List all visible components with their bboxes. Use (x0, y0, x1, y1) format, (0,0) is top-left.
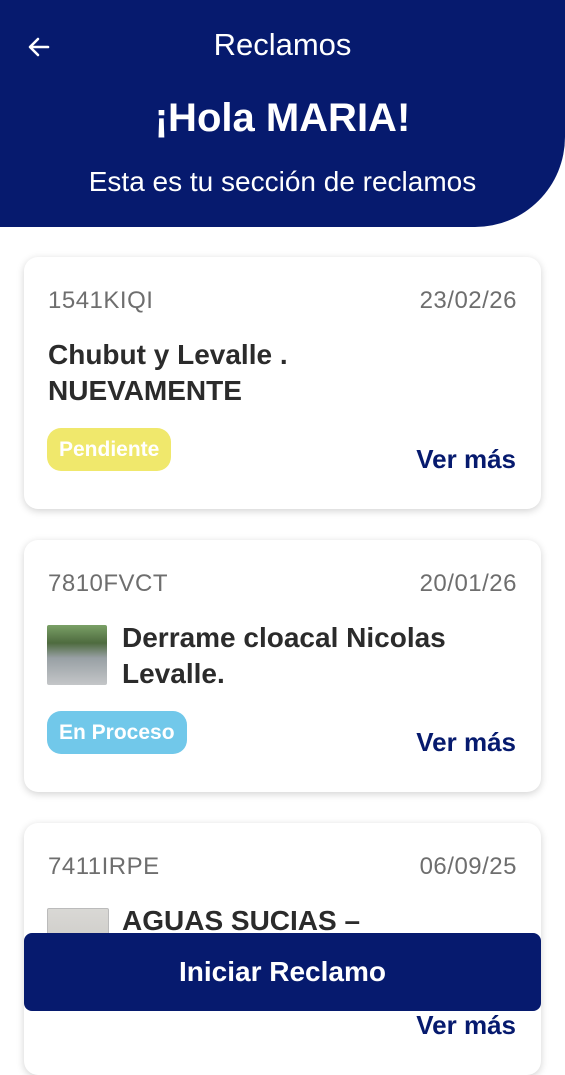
ver-mas-link[interactable]: Ver más (416, 1010, 516, 1041)
claim-date: 20/01/26 (419, 570, 517, 597)
greeting: ¡Hola MARIA! (154, 96, 411, 140)
claim-id: 1541KIQI (48, 287, 154, 314)
claim-date: 23/02/26 (419, 287, 517, 314)
claim-thumbnail (47, 625, 107, 685)
claim-id: 7411IRPE (48, 853, 160, 880)
claim-title: Chubut y Levalle . NUEVAMENTE (48, 339, 288, 406)
ver-mas-link[interactable]: Ver más (416, 727, 516, 758)
claim-id: 7810FVCT (48, 570, 169, 597)
header: Reclamos ¡Hola MARIA! Esta es tu sección… (0, 0, 565, 227)
status-badge: En Proceso (47, 711, 187, 754)
claim-date: 06/09/25 (419, 853, 517, 880)
start-claim-button[interactable]: Iniciar Reclamo (24, 933, 541, 1011)
ver-mas-link[interactable]: Ver más (416, 444, 516, 475)
claim-title: Derrame cloacal Nicolas Levalle. (122, 622, 446, 689)
status-badge: Pendiente (47, 428, 172, 471)
page-title: Reclamos (213, 27, 352, 62)
claim-card[interactable]: 1541KIQI 23/02/26 Chubut y Levalle . NUE… (24, 257, 541, 509)
claim-card[interactable]: 7810FVCT 20/01/26 Derrame cloacal Nicola… (24, 540, 541, 792)
subtitle: Esta es tu sección de reclamos (88, 166, 477, 197)
